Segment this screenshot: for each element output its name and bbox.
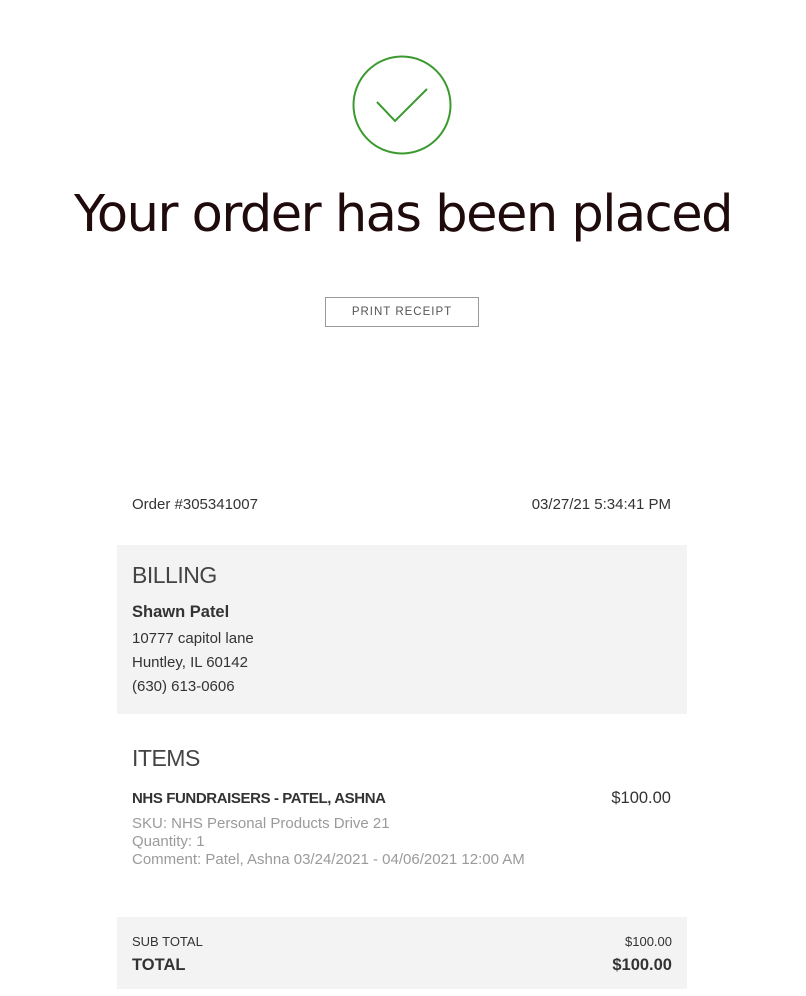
- item-quantity: Quantity: 1: [132, 833, 205, 850]
- item-comment: Comment: Patel, Ashna 03/24/2021 - 04/06…: [132, 851, 525, 868]
- items-title: ITEMS: [132, 745, 200, 771]
- checkmark-circle-icon: [352, 55, 452, 155]
- subtotal-value: $100.00: [625, 934, 672, 949]
- total-label: TOTAL: [132, 956, 186, 974]
- page-title: Your order has been placed: [74, 185, 733, 244]
- billing-address-line1: 10777 capitol lane: [132, 630, 254, 647]
- billing-name: Shawn Patel: [132, 603, 230, 621]
- billing-address-line2: Huntley, IL 60142: [132, 654, 248, 671]
- order-number: Order #305341007: [132, 496, 258, 513]
- print-receipt-button[interactable]: PRINT RECEIPT: [325, 297, 479, 327]
- totals-section: SUB TOTAL $100.00 TOTAL $100.00: [117, 917, 687, 989]
- billing-section: BILLING Shawn Patel 10777 capitol lane H…: [117, 545, 687, 714]
- order-datetime: 03/27/21 5:34:41 PM: [531, 496, 671, 513]
- subtotal-label: SUB TOTAL: [132, 934, 203, 949]
- billing-phone: (630) 613-0606: [132, 678, 235, 695]
- item-name: NHS FUNDRAISERS - PATEL, ASHNA: [132, 790, 386, 807]
- item-price: $100.00: [611, 789, 671, 807]
- billing-title: BILLING: [132, 562, 217, 588]
- total-value: $100.00: [612, 956, 672, 974]
- item-sku: SKU: NHS Personal Products Drive 21: [132, 815, 390, 832]
